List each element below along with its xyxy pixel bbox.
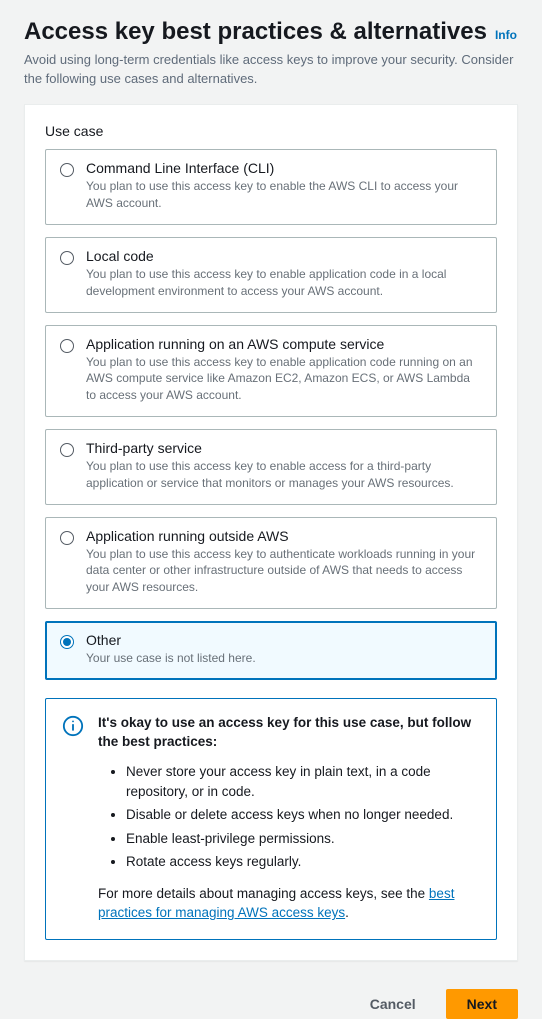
section-label: Use case (45, 123, 497, 139)
radio-icon (60, 339, 74, 353)
info-link[interactable]: Info (495, 28, 517, 42)
option-cli[interactable]: Command Line Interface (CLI) You plan to … (45, 149, 497, 225)
use-case-panel: Use case Command Line Interface (CLI) You… (24, 104, 518, 960)
alert-bullet: Disable or delete access keys when no lo… (126, 805, 480, 825)
option-third-party[interactable]: Third-party service You plan to use this … (45, 429, 497, 505)
radio-icon (60, 163, 74, 177)
option-title: Other (86, 632, 256, 648)
option-description: You plan to use this access key to enabl… (86, 266, 482, 300)
page-title: Access key best practices & alternatives (24, 18, 487, 47)
option-other[interactable]: Other Your use case is not listed here. (45, 621, 497, 680)
next-button[interactable]: Next (446, 989, 518, 1019)
radio-icon (60, 251, 74, 265)
alert-footer: For more details about managing access k… (98, 884, 480, 923)
radio-icon (60, 635, 74, 649)
option-compute-service[interactable]: Application running on an AWS compute se… (45, 325, 497, 417)
option-description: You plan to use this access key to authe… (86, 546, 482, 596)
alert-bullet: Enable least-privilege permissions. (126, 829, 480, 849)
option-title: Third-party service (86, 440, 482, 456)
option-description: You plan to use this access key to enabl… (86, 458, 482, 492)
info-alert: It's okay to use an access key for this … (45, 698, 497, 940)
page-subtitle: Avoid using long-term credentials like a… (24, 51, 518, 89)
cancel-button[interactable]: Cancel (350, 989, 436, 1019)
option-description: You plan to use this access key to enabl… (86, 178, 482, 212)
alert-bullet: Never store your access key in plain tex… (126, 762, 480, 801)
alert-bullet: Rotate access keys regularly. (126, 852, 480, 872)
option-title: Command Line Interface (CLI) (86, 160, 482, 176)
option-local-code[interactable]: Local code You plan to use this access ke… (45, 237, 497, 313)
option-title: Application running on an AWS compute se… (86, 336, 482, 352)
option-title: Application running outside AWS (86, 528, 482, 544)
alert-title: It's okay to use an access key for this … (98, 713, 480, 752)
option-description: You plan to use this access key to enabl… (86, 354, 482, 404)
radio-icon (60, 443, 74, 457)
option-title: Local code (86, 248, 482, 264)
option-outside-aws[interactable]: Application running outside AWS You plan … (45, 517, 497, 609)
info-icon (62, 715, 84, 737)
radio-icon (60, 531, 74, 545)
option-description: Your use case is not listed here. (86, 650, 256, 667)
